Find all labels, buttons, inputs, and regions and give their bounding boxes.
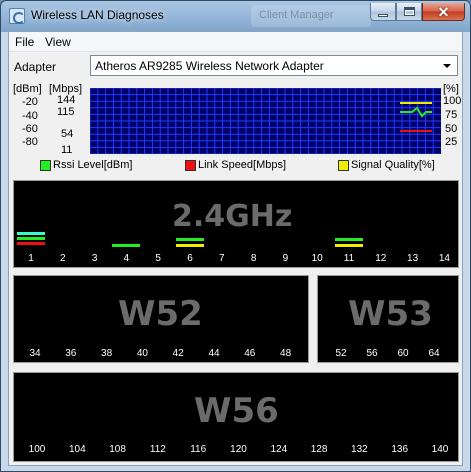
channel-1-rssi-bar <box>17 232 45 235</box>
legend-swatch-quality <box>338 159 349 171</box>
legend-label-rssi: Rssi Level[dBm] <box>53 159 133 171</box>
wifi-app-icon <box>9 8 25 24</box>
adapter-selected-value: Atheros AR9285 Wireless Network Adapter <box>95 59 324 73</box>
channel-number: 124 <box>270 444 288 455</box>
mbps-tick: 11 <box>61 144 73 156</box>
legend-label-speed: Link Speed[Mbps] <box>198 159 287 171</box>
channel-number: 10 <box>311 253 323 264</box>
channel-number: 46 <box>244 348 256 359</box>
channel-number: 42 <box>172 348 184 359</box>
adapter-label: Adapter <box>14 60 57 74</box>
channel-4-rssi-bar <box>112 244 140 247</box>
channel-number: 56 <box>366 348 378 359</box>
band-panel-w56: W56 100 104 108 112 116 120 124 128 132 136 140 <box>13 372 459 462</box>
percent-unit-label: [%] <box>443 83 459 95</box>
channel-number: 12 <box>375 253 387 264</box>
chevron-down-icon[interactable] <box>439 57 455 74</box>
channel-number: 40 <box>136 348 148 359</box>
percent-tick: 75 <box>445 109 458 121</box>
channel-1-quality-bar <box>17 237 45 240</box>
channel-number: 64 <box>428 348 440 359</box>
adapter-dropdown[interactable]: Atheros AR9285 Wireless Network Adapter <box>90 55 458 76</box>
band-panel-w53: W53 52 56 60 64 <box>317 275 459 363</box>
channel-number: 136 <box>391 444 409 455</box>
dbm-tick: -40 <box>22 110 38 122</box>
band-title-2-4ghz: 2.4GHz <box>172 199 293 234</box>
band-panel-w52: W52 34 36 38 40 42 44 46 48 <box>13 275 309 363</box>
channel-number: 100 <box>28 444 46 455</box>
channel-number: 34 <box>29 348 41 359</box>
dbm-unit-label: [dBm] <box>13 83 42 95</box>
channel-number: 11 <box>343 253 355 264</box>
channel-1-speed-bar <box>17 242 45 245</box>
channel-number: 108 <box>109 444 126 455</box>
channel-number: 3 <box>91 253 98 264</box>
dbm-tick: -60 <box>22 123 38 135</box>
channel-number: 9 <box>282 253 289 264</box>
menu-file[interactable]: File <box>15 35 34 49</box>
channel-number: 52 <box>335 348 347 359</box>
channel-number: 6 <box>187 253 193 264</box>
channel-number: 8 <box>250 253 257 264</box>
channel-number: 14 <box>438 253 450 264</box>
channel-11-rssi-bar <box>335 238 363 241</box>
background-window-title: Client Manager <box>251 5 371 27</box>
maximize-icon <box>403 7 415 16</box>
channel-number: 132 <box>351 444 368 455</box>
channel-number: 2 <box>60 253 66 264</box>
minimize-button[interactable] <box>370 3 396 21</box>
channel-number: 7 <box>219 253 225 264</box>
channel-11-quality-bar <box>335 244 363 247</box>
channel-number: 1 <box>28 253 34 264</box>
channel-number: 140 <box>431 444 449 455</box>
window-title: Wireless LAN Diagnoses <box>31 8 164 22</box>
band-title-w52: W52 <box>118 294 203 334</box>
channel-number: 44 <box>208 348 220 359</box>
channel-number: 36 <box>65 348 77 359</box>
channel-number: 5 <box>155 253 161 264</box>
band-title-w56: W56 <box>194 391 279 431</box>
app-window: Wireless LAN Diagnoses Client Manager ✕ … <box>0 0 471 472</box>
channel-number: 13 <box>407 253 419 264</box>
legend-signal-quality: Signal Quality[%] <box>338 158 435 172</box>
dbm-tick: -80 <box>22 136 38 148</box>
legend-label-quality: Signal Quality[%] <box>351 159 435 171</box>
channel-number: 120 <box>230 444 247 455</box>
percent-tick: 100 <box>443 95 462 107</box>
close-icon: ✕ <box>437 3 450 20</box>
legend-swatch-rssi <box>40 159 51 171</box>
mbps-tick: 115 <box>57 106 75 118</box>
band-panel-2-4ghz: 2.4GHz 1 2 3 4 5 6 7 8 9 10 11 12 13 14 <box>13 180 459 268</box>
maximize-button[interactable] <box>396 3 422 21</box>
percent-tick: 50 <box>445 123 458 135</box>
menu-view[interactable]: View <box>45 35 71 49</box>
menu-bar: File View <box>9 32 462 52</box>
minimize-icon <box>378 13 388 17</box>
signal-history-graph <box>90 88 441 154</box>
band-title-w53: W53 <box>348 294 433 334</box>
close-button[interactable]: ✕ <box>422 3 465 21</box>
channel-number: 112 <box>149 444 166 455</box>
dbm-tick: -20 <box>22 96 38 108</box>
legend-swatch-speed <box>185 159 196 171</box>
channel-number: 128 <box>310 444 328 455</box>
channel-number: 60 <box>397 348 409 359</box>
channel-6-quality-bar <box>176 244 204 247</box>
legend-rssi: Rssi Level[dBm] <box>40 158 132 172</box>
title-bar[interactable]: Wireless LAN Diagnoses Client Manager ✕ <box>1 1 470 31</box>
channel-number: 48 <box>280 348 292 359</box>
mbps-tick: 144 <box>57 94 76 106</box>
channel-number: 116 <box>190 444 207 455</box>
signal-history-plot <box>90 88 441 154</box>
channel-number: 4 <box>123 253 130 264</box>
mbps-tick: 54 <box>61 128 74 140</box>
channel-6-rssi-bar <box>176 238 204 241</box>
percent-tick: 25 <box>445 136 458 148</box>
client-area: File View Adapter Atheros AR9285 Wireles… <box>8 31 463 466</box>
channel-number: 38 <box>101 348 113 359</box>
channel-number: 104 <box>68 444 86 455</box>
legend-link-speed: Link Speed[Mbps] <box>185 158 286 172</box>
